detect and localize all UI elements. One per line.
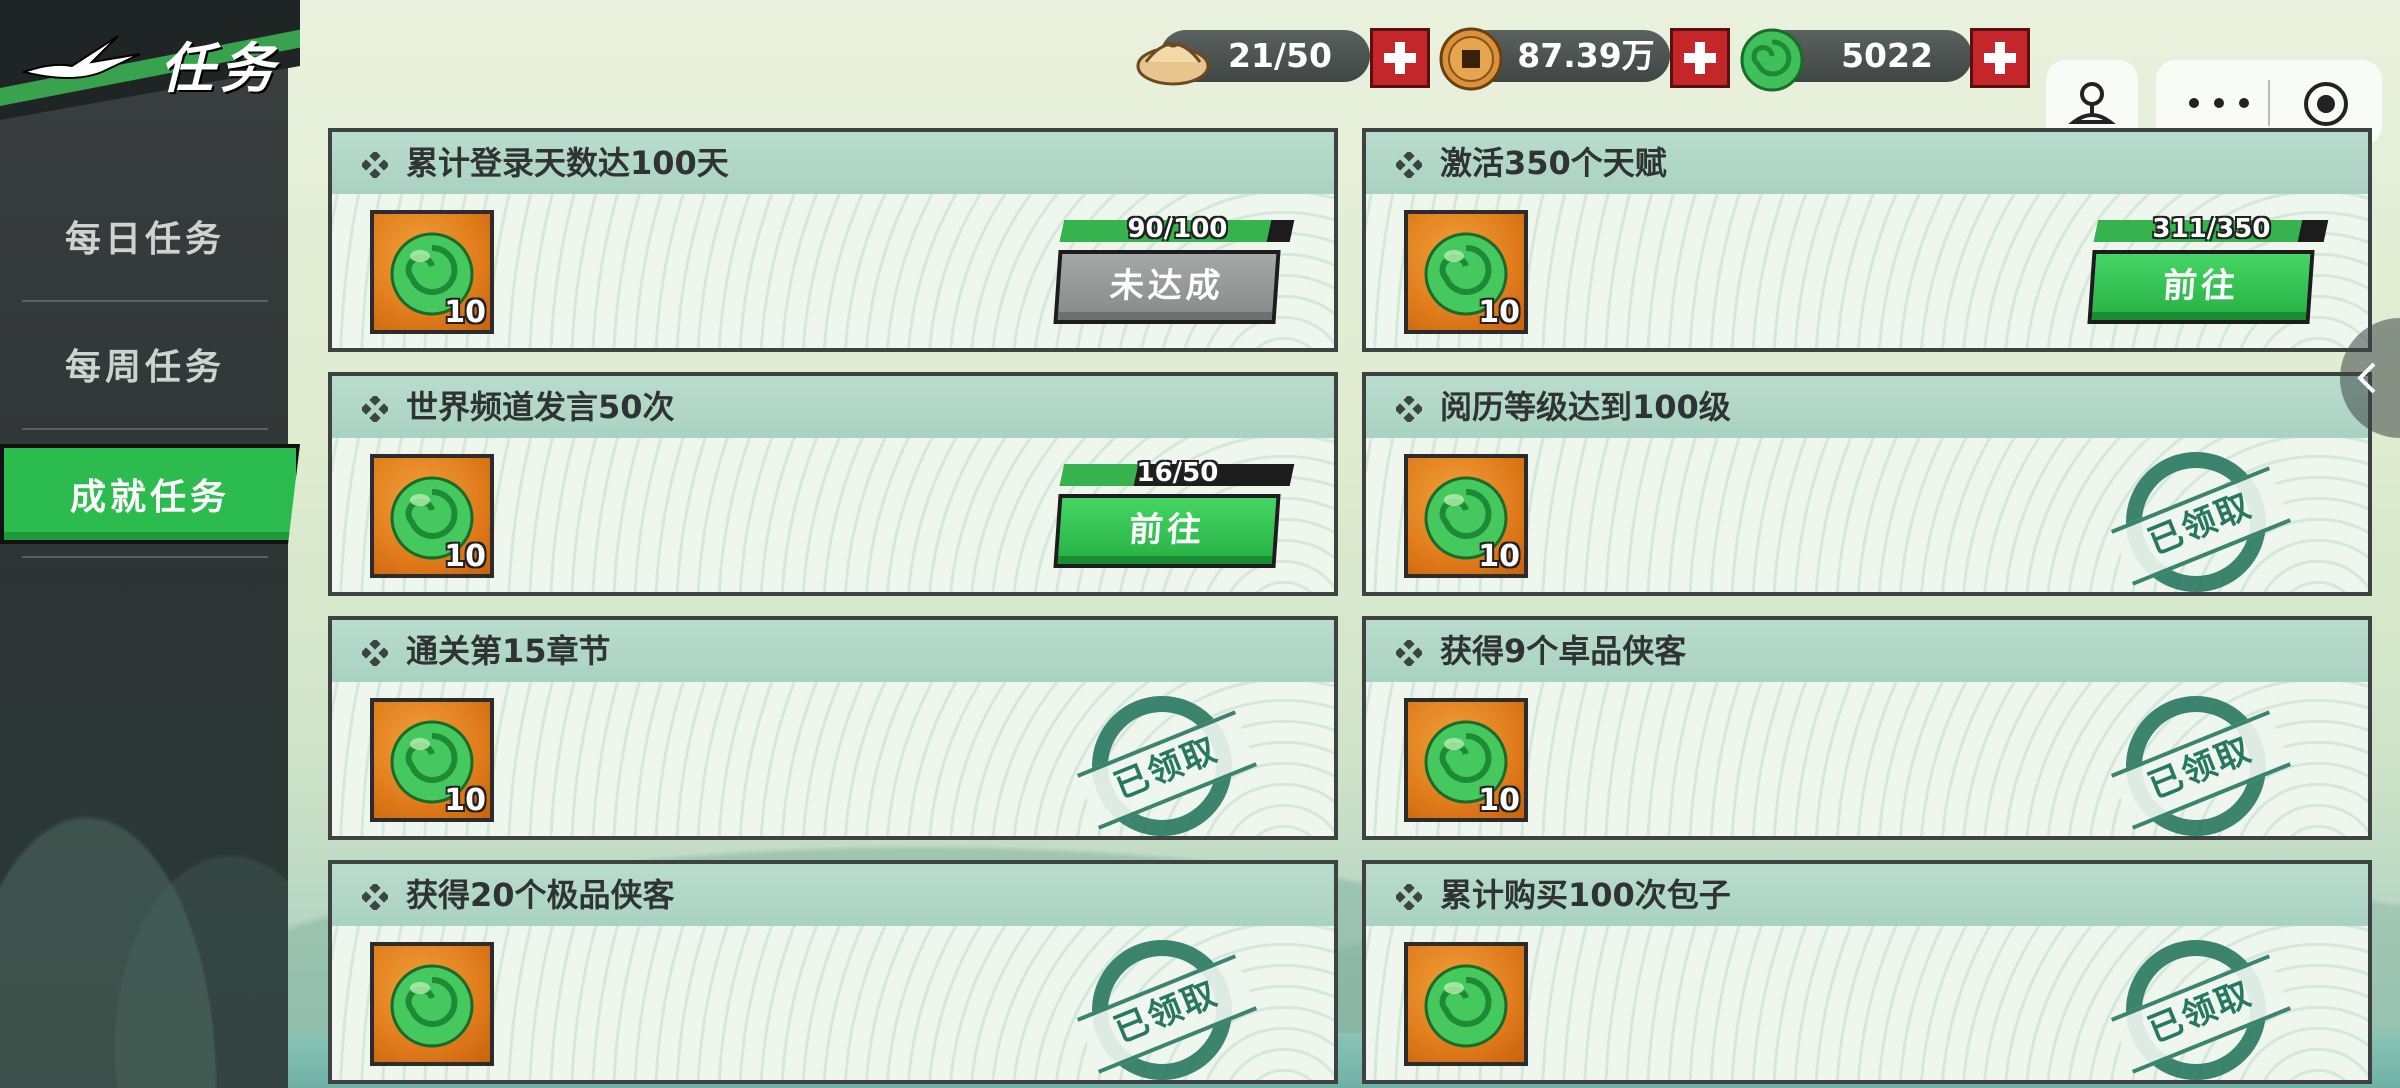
claimed-stamp: 已领取 — [1076, 940, 1258, 1080]
capsule-divider — [2268, 80, 2270, 126]
task-progress-bar: 311/350 — [2093, 214, 2329, 244]
reward-item[interactable] — [370, 942, 494, 1066]
task-title: 获得20个极品侠客 — [406, 876, 675, 914]
reward-count: 10 — [1478, 295, 1520, 330]
task-card: 通关第15章节 10 已领取 — [328, 616, 1338, 840]
claimed-stamp: 已领取 — [2110, 452, 2292, 592]
diamond-bullet-icon — [1396, 396, 1422, 422]
task-title: 获得9个卓品侠客 — [1440, 632, 1687, 670]
sidebar — [0, 0, 288, 1088]
task-title: 通关第15章节 — [406, 632, 611, 670]
coins-value: 87.39万 — [1517, 36, 1655, 75]
diamond-bullet-icon — [362, 640, 388, 666]
reward-count: 10 — [444, 783, 486, 818]
jade-icon — [1424, 964, 1508, 1048]
reward-count: 10 — [1478, 539, 1520, 574]
task-progress-bar: 16/50 — [1059, 458, 1295, 488]
task-card: 累计登录天数达100天 10 90/100 未达成 — [328, 128, 1338, 352]
add-stamina-button[interactable] — [1370, 28, 1430, 88]
task-card: 激活350个天赋 10 311/350 前往 — [1362, 128, 2372, 352]
progress-label: 90/100 — [1127, 214, 1228, 244]
close-target-icon[interactable] — [2302, 80, 2350, 128]
reward-item[interactable]: 10 — [370, 210, 494, 334]
sidebar-item-daily[interactable]: 每日任务 — [22, 190, 268, 290]
more-icon[interactable] — [2184, 88, 2254, 118]
add-jade-button[interactable] — [1970, 28, 2030, 88]
add-coins-button[interactable] — [1670, 28, 1730, 88]
reward-item[interactable]: 10 — [370, 698, 494, 822]
swallow-icon[interactable] — [22, 32, 142, 88]
claimed-stamp: 已领取 — [1076, 696, 1258, 836]
task-title: 激活350个天赋 — [1440, 144, 1667, 182]
reward-item[interactable]: 10 — [1404, 698, 1528, 822]
diamond-bullet-icon — [1396, 152, 1422, 178]
task-card: 阅历等级达到100级 10 已领取 — [1362, 372, 2372, 596]
reward-item[interactable]: 10 — [370, 454, 494, 578]
task-progress-bar: 90/100 — [1059, 214, 1295, 244]
task-title: 累计购买100次包子 — [1440, 876, 1731, 914]
go-button[interactable]: 前往 — [2087, 250, 2315, 324]
stamina-value: 21/50 — [1228, 36, 1332, 75]
task-card: 累计购买100次包子已领取 — [1362, 860, 2372, 1084]
diamond-bullet-icon — [362, 152, 388, 178]
task-card: 获得9个卓品侠客 10 已领取 — [1362, 616, 2372, 840]
progress-label: 311/350 — [2152, 214, 2271, 244]
task-card: 获得20个极品侠客已领取 — [328, 860, 1338, 1084]
sidebar-divider — [22, 428, 268, 430]
sidebar-item-weekly[interactable]: 每周任务 — [22, 318, 268, 418]
jade-icon — [1740, 28, 1804, 92]
task-title: 累计登录天数达100天 — [406, 144, 729, 182]
copper-coin-icon — [1439, 27, 1503, 91]
chevron-left-icon — [2357, 362, 2376, 394]
task-title: 阅历等级达到100级 — [1440, 388, 1731, 426]
steamed-bun-icon — [1136, 40, 1210, 86]
go-button[interactable]: 前往 — [1053, 494, 1281, 568]
diamond-bullet-icon — [1396, 640, 1422, 666]
reward-item[interactable]: 10 — [1404, 210, 1528, 334]
diamond-bullet-icon — [1396, 884, 1422, 910]
reward-count: 10 — [1478, 783, 1520, 818]
reward-item[interactable]: 10 — [1404, 454, 1528, 578]
task-title: 世界频道发言50次 — [406, 388, 675, 426]
sidebar-divider — [22, 300, 268, 302]
progress-label: 16/50 — [1136, 458, 1219, 488]
sidebar-divider — [22, 556, 268, 558]
task-card: 世界频道发言50次 10 16/50 前往 — [328, 372, 1338, 596]
user-icon — [2068, 82, 2116, 124]
page-title: 任务 — [160, 36, 280, 100]
reward-item[interactable] — [1404, 942, 1528, 1066]
jade-value: 5022 — [1841, 36, 1933, 75]
not-achieved-button[interactable]: 未达成 — [1053, 250, 1281, 324]
reward-count: 10 — [444, 295, 486, 330]
claimed-stamp: 已领取 — [2110, 940, 2292, 1080]
diamond-bullet-icon — [362, 396, 388, 422]
reward-count: 10 — [444, 539, 486, 574]
claimed-stamp: 已领取 — [2110, 696, 2292, 836]
jade-icon — [390, 964, 474, 1048]
diamond-bullet-icon — [362, 884, 388, 910]
sidebar-item-achievement[interactable]: 成就任务 — [0, 444, 300, 544]
